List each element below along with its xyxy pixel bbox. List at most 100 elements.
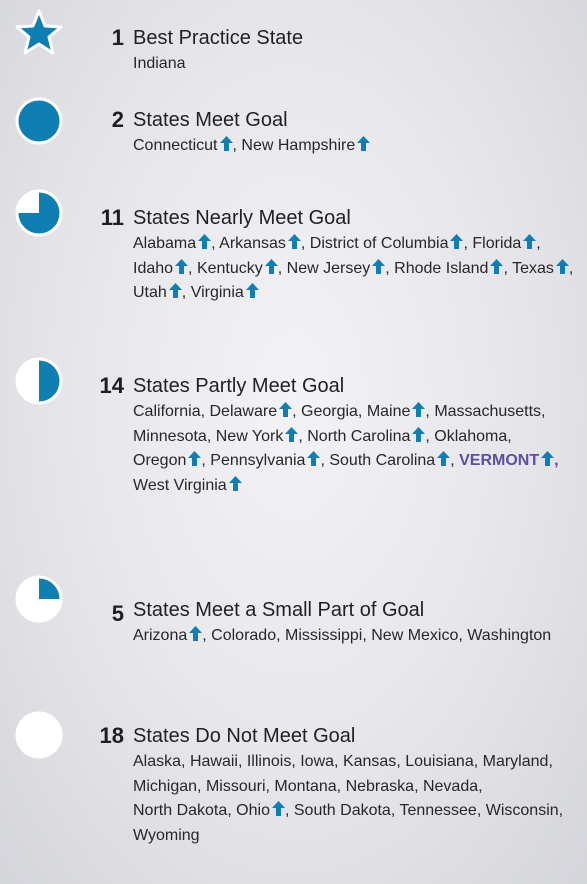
- state-entry: VERMONT,: [459, 451, 559, 469]
- up-arrow-icon: [198, 234, 212, 249]
- state-name: Wisconsin: [485, 802, 559, 819]
- up-arrow-icon: [168, 283, 182, 298]
- state-name: VERMONT: [459, 452, 540, 469]
- state-name: Arizona: [133, 627, 188, 644]
- state-entry: Idaho,: [133, 258, 193, 277]
- state-entry: Indiana: [133, 55, 186, 72]
- state-entry: Florida,: [472, 234, 541, 252]
- state-entry: Tennessee,: [399, 802, 482, 819]
- state-entry: Oregon,: [133, 451, 206, 469]
- group-count: 14: [99, 373, 124, 398]
- group-label: States Do Not Meet Goal: [133, 725, 356, 747]
- up-arrow-icon: [412, 426, 426, 442]
- state-name: Utah: [133, 284, 167, 301]
- state-name: New Jersey: [286, 259, 371, 277]
- state-name: Washington: [467, 627, 552, 644]
- state-entry: Wisconsin,: [485, 802, 564, 819]
- up-arrow-icon: [245, 283, 259, 298]
- state-entry: Kansas,: [342, 753, 401, 770]
- state-name: Oklahoma: [434, 427, 508, 445]
- group-count: 1: [111, 25, 124, 50]
- state-name: Colorado: [211, 627, 277, 644]
- state-entry: Louisiana,: [405, 753, 479, 770]
- state-entry: Arizona,: [133, 626, 207, 644]
- state-name: Delaware: [209, 403, 278, 420]
- state-name: Massachusetts: [434, 403, 542, 420]
- state-name: Illinois: [246, 753, 292, 770]
- group-count: 2: [111, 107, 124, 132]
- group-label: States Meet a Small Part of Goal: [133, 599, 425, 621]
- up-arrow-icon: [412, 402, 426, 417]
- state-name: Kansas: [342, 753, 397, 770]
- state-name: Oregon: [133, 452, 187, 469]
- state-list: California, Delaware, Georgia, Maine, Ma…: [133, 400, 583, 498]
- up-arrow-icon: [307, 451, 321, 466]
- up-arrow-icon: [264, 258, 278, 274]
- state-name: Maryland: [482, 753, 549, 770]
- state-entry: Hawaii,: [189, 753, 243, 770]
- state-entry: Massachusetts,: [434, 403, 546, 420]
- group-label: States Nearly Meet Goal: [133, 207, 351, 229]
- state-entry: New Mexico,: [371, 627, 463, 644]
- group-label: States Meet Goal: [133, 109, 288, 131]
- state-name: Texas: [512, 259, 554, 277]
- state-entry: Minnesota,: [133, 427, 212, 445]
- state-name: West Virginia: [133, 476, 227, 494]
- state-entry: Pennsylvania,: [210, 451, 325, 469]
- state-name: Louisiana: [405, 753, 474, 770]
- state-name: Arkansas: [219, 235, 286, 252]
- state-entry: Delaware,: [209, 402, 297, 420]
- state-name: Florida: [472, 235, 522, 252]
- state-name: Montana: [274, 777, 337, 795]
- state-name: Iowa: [300, 753, 335, 770]
- state-entry: West Virginia: [133, 475, 242, 494]
- state-name: Alaska: [133, 753, 182, 770]
- star-icon: [15, 9, 63, 55]
- state-name: Wyoming: [133, 826, 200, 844]
- state-entry: Kentucky,: [196, 258, 283, 277]
- up-arrow-icon: [541, 451, 555, 466]
- state-name: South Dakota: [293, 802, 391, 819]
- state-entry: Colorado,: [211, 627, 281, 644]
- up-arrow-icon: [279, 402, 293, 417]
- state-name: New Hampshire: [241, 137, 356, 154]
- state-name: California: [133, 403, 201, 420]
- state-entry: Maryland,: [482, 753, 553, 770]
- half-circle-icon: [15, 357, 63, 405]
- up-arrow-icon: [228, 475, 242, 491]
- state-name: Nebraska: [345, 777, 415, 795]
- up-arrow-icon: [357, 136, 371, 151]
- state-name: Ohio: [236, 802, 270, 819]
- state-entry: South Dakota,: [293, 802, 396, 819]
- state-list: Indiana: [133, 52, 583, 77]
- state-name: Connecticut: [133, 137, 218, 154]
- state-name: Indiana: [133, 55, 186, 72]
- group-label: Best Practice State: [133, 27, 304, 49]
- group-count: 11: [100, 205, 124, 230]
- up-arrow-icon: [523, 234, 537, 249]
- state-entry: Maine,: [366, 402, 430, 420]
- group-count: 18: [99, 723, 124, 748]
- state-entry: North Carolina,: [307, 426, 430, 445]
- state-name: Nevada: [422, 777, 479, 795]
- state-entry: New Jersey,: [286, 258, 390, 277]
- up-arrow-icon: [372, 258, 386, 274]
- state-entry: North Dakota,: [133, 802, 232, 819]
- state-entry: Georgia,: [301, 403, 363, 420]
- state-entry: Illinois,: [246, 753, 296, 770]
- state-entry: Mississippi,: [285, 627, 367, 644]
- state-name: Maine: [366, 403, 411, 420]
- state-name: Michigan: [133, 777, 198, 795]
- state-entry: Oklahoma,: [434, 427, 512, 445]
- state-name: Kentucky: [196, 259, 263, 277]
- up-arrow-icon: [450, 234, 464, 249]
- state-entry: Iowa,: [300, 753, 339, 770]
- state-name: Mississippi: [285, 627, 363, 644]
- state-entry: Rhode Island,: [394, 258, 508, 277]
- state-name: Minnesota: [133, 427, 207, 445]
- state-list: Alaska, Hawaii, Illinois, Iowa, Kansas, …: [133, 750, 583, 848]
- state-entry: Michigan,: [133, 777, 202, 795]
- state-entry: Texas,: [512, 258, 574, 277]
- state-entry: Alaska,: [133, 753, 186, 770]
- state-entry: Ohio,: [236, 801, 290, 819]
